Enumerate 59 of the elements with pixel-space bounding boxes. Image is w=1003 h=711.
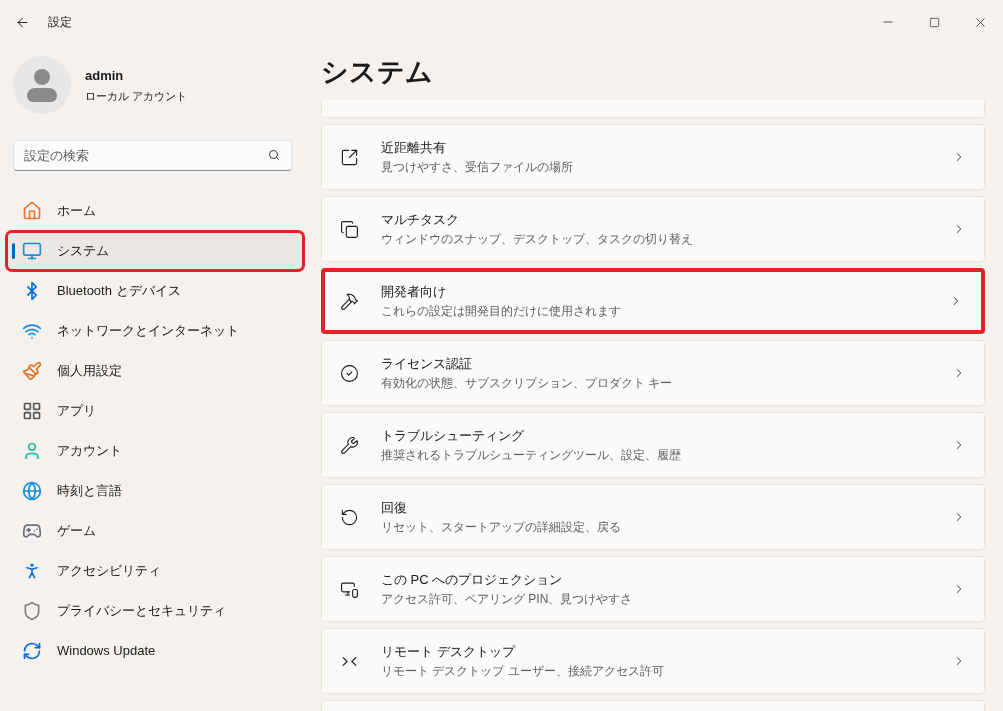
page-title: システム	[321, 56, 434, 89]
card-title: この PC へのプロジェクション	[381, 570, 564, 589]
card-title: マルチタスク	[381, 210, 460, 229]
settings-card[interactable]: リモート デスクトップ リモート デスクトップ ユーザー、接続アクセス許可	[321, 628, 985, 694]
card-description: 推奨されるトラブルシューティングツール、設定、履歴	[381, 447, 681, 465]
settings-card[interactable]: この PC へのプロジェクション アクセス許可、ペアリング PIN、見つけやすさ	[321, 556, 985, 622]
search-icon	[268, 149, 280, 161]
nav-item[interactable]: システム	[8, 233, 302, 269]
nav-item[interactable]: 時刻と言語	[8, 473, 302, 509]
card-title: 回復	[381, 498, 408, 517]
card-description: アクセス許可、ペアリング PIN、見つけやすさ	[381, 591, 633, 609]
selection-indicator	[12, 243, 15, 259]
account-name: admin	[85, 67, 125, 85]
account-type: ローカル アカウント	[85, 88, 188, 104]
check-circle-icon	[340, 363, 359, 383]
apps-icon	[22, 401, 42, 421]
card-title: リモート デスクトップ	[381, 642, 517, 661]
card-title: ライセンス認証	[381, 354, 473, 373]
nav-item[interactable]: ゲーム	[8, 513, 302, 549]
wrench-icon	[340, 435, 359, 455]
nav-item[interactable]: ホーム	[8, 193, 302, 229]
nav-item[interactable]: Bluetooth とデバイス	[8, 273, 302, 309]
settings-card[interactable]: ライセンス認証 有効化の状態、サブスクリプション、プロダクト キー	[321, 340, 985, 406]
nav-item[interactable]: 個人用設定	[8, 353, 302, 389]
card-description: リモート デスクトップ ユーザー、接続アクセス許可	[381, 663, 664, 681]
shield-icon	[22, 601, 42, 621]
nav-item[interactable]: アプリ	[8, 393, 302, 429]
card-title: 開発者向け	[381, 282, 447, 301]
card-description: ウィンドウのスナップ、デスクトップ、タスクの切り替え	[381, 231, 693, 249]
settings-card[interactable]: 回復 リセット、スタートアップの詳細設定、戻る	[321, 484, 985, 550]
settings-card[interactable]: トラブルシューティング 推奨されるトラブルシューティングツール、設定、履歴	[321, 412, 985, 478]
settings-card[interactable]: マルチタスク ウィンドウのスナップ、デスクトップ、タスクの切り替え	[321, 196, 985, 262]
settings-card[interactable]: 開発者向け これらの設定は開発目的だけに使用されます	[321, 268, 985, 334]
nav-item[interactable]: Windows Update	[8, 633, 302, 669]
settings-card[interactable]: 近距離共有 見つけやすさ、受信ファイルの場所	[321, 124, 985, 190]
wifi-icon	[22, 321, 42, 341]
gamepad-icon	[22, 521, 42, 541]
update-icon	[22, 641, 42, 661]
search-field[interactable]: 設定の検索	[13, 140, 292, 171]
card-description: 見つけやすさ、受信ファイルの場所	[381, 159, 573, 177]
card-description: リセット、スタートアップの詳細設定、戻る	[381, 519, 621, 537]
window-title: 設定	[48, 14, 72, 31]
card-description: これらの設定は開発目的だけに使用されます	[381, 303, 621, 321]
card-title: トラブルシューティング	[381, 426, 525, 445]
nav-item[interactable]: プライバシーとセキュリティ	[8, 593, 302, 629]
house-icon	[22, 201, 42, 221]
card-description: 有効化の状態、サブスクリプション、プロダクト キー	[381, 375, 673, 393]
card-title: 近距離共有	[381, 138, 447, 157]
paintbrush-icon	[22, 361, 42, 381]
maximize-icon	[928, 16, 940, 28]
recovery-icon	[340, 507, 359, 527]
share-icon	[340, 147, 359, 167]
nav-item[interactable]: アクセシビリティ	[8, 553, 302, 589]
tools-icon	[340, 291, 359, 311]
windows-icon	[340, 219, 359, 239]
monitor-icon	[22, 241, 42, 261]
nav-item[interactable]: アカウント	[8, 433, 302, 469]
nav-item[interactable]: ネットワークとインターネット	[8, 313, 302, 349]
person-icon	[22, 441, 42, 461]
